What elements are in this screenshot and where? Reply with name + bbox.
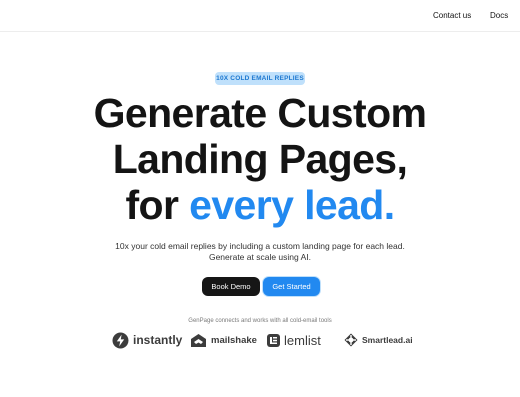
subtitle-line-1: 10x your cold email replies by including… (115, 241, 405, 251)
book-demo-button[interactable]: Book Demo (202, 277, 260, 296)
integrations-caption: GenPage connects and works with all cold… (188, 318, 332, 324)
headline-line-3: for every lead. (0, 182, 520, 228)
smartlead-logo-text: Smartlead.ai (362, 335, 413, 345)
handshake-icon (190, 333, 207, 348)
lemlist-logo: lemlist (267, 331, 321, 349)
get-started-button[interactable]: Get Started (263, 277, 320, 296)
top-nav: Contact us Docs (0, 0, 520, 32)
smartlead-icon (344, 333, 358, 347)
subtitle-line-2: Generate at scale using AI. (208, 252, 312, 262)
headline-line-3-prefix: for (125, 182, 190, 228)
headline-accent: every lead. (189, 182, 395, 228)
landing-page: Contact us Docs 10X COLD EMAIL REPLIES G… (0, 0, 520, 397)
docs-link[interactable]: Docs (490, 11, 508, 20)
mailshake-logo-text: mailshake (211, 334, 257, 346)
mailshake-logo: mailshake (190, 331, 257, 349)
headline-line-1: Generate Custom (93, 90, 427, 136)
hero-badge: 10X COLD EMAIL REPLIES (215, 72, 305, 85)
lemlist-icon (267, 333, 280, 347)
contact-us-link[interactable]: Contact us (433, 11, 471, 20)
smartlead-logo: Smartlead.ai (344, 331, 413, 349)
instantly-logo-text: instantly (133, 333, 183, 347)
hero-subtitle: 10x your cold email replies by including… (0, 241, 520, 263)
headline-line-2: Landing Pages, (112, 136, 408, 182)
instantly-logo: instantly (112, 331, 182, 349)
lemlist-logo-text: lemlist (284, 332, 321, 348)
lightning-bolt-icon (112, 332, 129, 349)
hero-headline: Generate Custom Landing Pages, for every… (0, 90, 520, 228)
